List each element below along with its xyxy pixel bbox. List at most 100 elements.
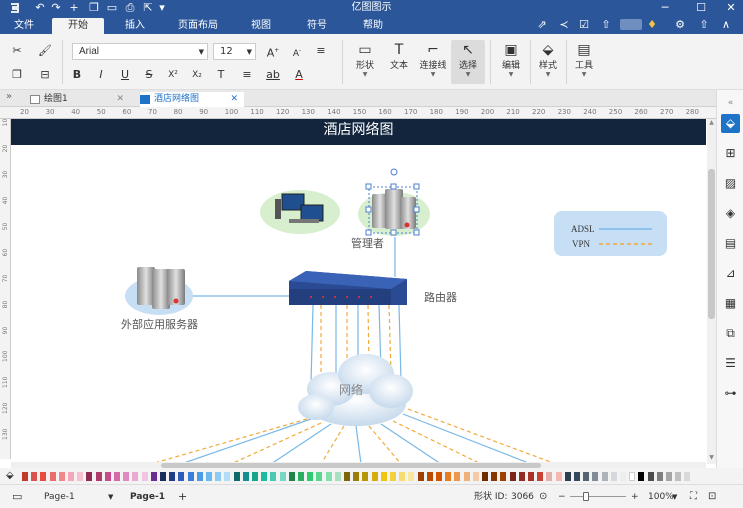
italic-icon[interactable]: I (92, 66, 110, 84)
color-swatch[interactable] (169, 472, 176, 481)
scroll-thumb[interactable] (708, 169, 715, 319)
increase-font-icon[interactable]: A+ (264, 42, 282, 60)
fill-bucket-icon[interactable]: ⬙ (6, 470, 14, 481)
redo-icon[interactable]: ↷ (48, 1, 64, 15)
color-swatch[interactable] (399, 472, 406, 481)
add-page-button[interactable]: + (178, 490, 187, 504)
color-swatch[interactable] (307, 472, 314, 481)
color-swatch[interactable] (196, 472, 203, 481)
color-swatch[interactable] (472, 472, 479, 481)
color-swatch[interactable] (279, 472, 286, 481)
color-swatch[interactable] (270, 472, 277, 481)
scroll-up-icon[interactable]: ▲ (707, 119, 716, 126)
select-tool-button[interactable]: ↖ 选择 ▼ (451, 40, 485, 84)
color-swatch[interactable] (647, 472, 654, 481)
color-swatch[interactable] (564, 472, 571, 481)
scroll-down-icon[interactable]: ▼ (707, 454, 716, 461)
color-swatch[interactable] (104, 472, 111, 481)
color-swatch[interactable] (86, 472, 93, 481)
color-swatch[interactable] (509, 472, 516, 481)
color-swatch[interactable] (666, 472, 672, 481)
color-swatch[interactable] (160, 472, 166, 481)
external-server[interactable] (125, 267, 193, 315)
color-swatch[interactable] (371, 472, 378, 481)
color-swatch[interactable] (206, 472, 212, 481)
color-swatch[interactable] (353, 472, 360, 481)
color-swatch[interactable] (629, 472, 636, 481)
zoom-out-icon[interactable]: − (558, 490, 566, 504)
new-icon[interactable]: + (66, 1, 82, 15)
chevron-down-icon[interactable]: ▼ (672, 490, 677, 504)
close-icon[interactable]: ✕ (720, 0, 742, 16)
font-color-icon[interactable]: A (290, 66, 308, 84)
color-swatch[interactable] (233, 472, 240, 481)
zoom-level[interactable]: 100% (648, 490, 674, 504)
tab-home[interactable]: 开始 (52, 18, 104, 34)
tab-help[interactable]: 帮助 (356, 18, 390, 34)
color-swatch[interactable] (288, 472, 295, 481)
theme-icon[interactable]: ⇧ (696, 17, 712, 33)
font-size-select[interactable]: 12 ▼ (213, 43, 256, 60)
admin-computer[interactable] (260, 190, 340, 234)
bold-icon[interactable]: B (68, 66, 86, 84)
undo-icon[interactable]: ↶ (32, 1, 48, 15)
color-swatch[interactable] (224, 472, 231, 481)
expand-panel-icon[interactable]: » (6, 91, 12, 102)
color-swatch[interactable] (417, 472, 424, 481)
color-swatch[interactable] (491, 472, 498, 481)
share-icon[interactable]: ⇗ (534, 17, 550, 33)
color-swatch[interactable] (49, 472, 56, 481)
highlight-icon[interactable]: ab (264, 66, 282, 84)
strikethrough-icon[interactable]: S (140, 66, 158, 84)
collapse-panel-icon[interactable]: « (721, 94, 740, 113)
color-swatch[interactable] (261, 472, 268, 481)
color-swatch[interactable] (141, 472, 148, 481)
color-swatch[interactable] (482, 472, 488, 481)
color-swatch[interactable] (114, 472, 120, 481)
color-swatch[interactable] (583, 472, 590, 481)
edit-tool-button[interactable]: ▣ 编辑 ▼ (494, 40, 528, 84)
vip-icon[interactable]: ♦ (644, 17, 660, 33)
color-swatch[interactable] (463, 472, 470, 481)
shape-tool-button[interactable]: ▭ 形状 ▼ (348, 40, 382, 84)
color-swatch[interactable] (95, 472, 102, 481)
minimize-icon[interactable]: ─ (654, 0, 676, 16)
font-family-select[interactable]: Arial ▼ (72, 43, 208, 60)
color-swatch[interactable] (150, 472, 157, 481)
color-swatch[interactable] (22, 472, 28, 481)
print-icon[interactable]: ⎙ (122, 1, 138, 15)
color-swatch[interactable] (252, 472, 258, 481)
zoom-slider-handle[interactable] (583, 492, 589, 501)
image-icon[interactable]: ▨ (721, 174, 740, 193)
color-swatch[interactable] (298, 472, 304, 481)
grid-icon[interactable]: ⊞ (721, 144, 740, 163)
color-swatch[interactable] (215, 472, 222, 481)
color-swatch[interactable] (123, 472, 130, 481)
decrease-font-icon[interactable]: A- (288, 42, 306, 60)
color-swatch[interactable] (132, 472, 139, 481)
color-swatch[interactable] (68, 472, 74, 481)
send-icon[interactable]: ≺ (556, 17, 572, 33)
paste-icon[interactable]: ⊟ (36, 66, 54, 84)
color-swatch[interactable] (592, 472, 599, 481)
quick-access-dropdown-icon[interactable]: ▾ (154, 1, 170, 15)
color-swatch[interactable] (390, 472, 396, 481)
align-icon[interactable]: ≡ (312, 42, 330, 60)
color-swatch[interactable] (684, 472, 691, 481)
feedback-icon[interactable]: ☑ (576, 17, 592, 33)
color-swatch[interactable] (58, 472, 65, 481)
page-dropdown[interactable]: Page-1 (44, 490, 75, 504)
color-swatch[interactable] (242, 472, 249, 481)
tab-file[interactable]: 文件 (8, 18, 40, 34)
style-tool-button[interactable]: ⬙ 样式 ▼ (531, 40, 565, 84)
collapse-ribbon-icon[interactable]: ∧ (718, 17, 734, 33)
color-swatch[interactable] (178, 472, 185, 481)
maximize-icon[interactable]: ☐ (690, 0, 712, 16)
tab-insert[interactable]: 插入 (118, 18, 152, 34)
page-tab[interactable]: Page-1 (130, 490, 165, 504)
copy-icon[interactable]: ❐ (8, 66, 26, 84)
cut-icon[interactable]: ✂ (8, 42, 26, 60)
doc-tab-drawing1[interactable]: 绘图1 ✕ (30, 92, 130, 107)
color-swatch[interactable] (555, 472, 562, 481)
line-spacing-icon[interactable]: ≡ (238, 66, 256, 84)
